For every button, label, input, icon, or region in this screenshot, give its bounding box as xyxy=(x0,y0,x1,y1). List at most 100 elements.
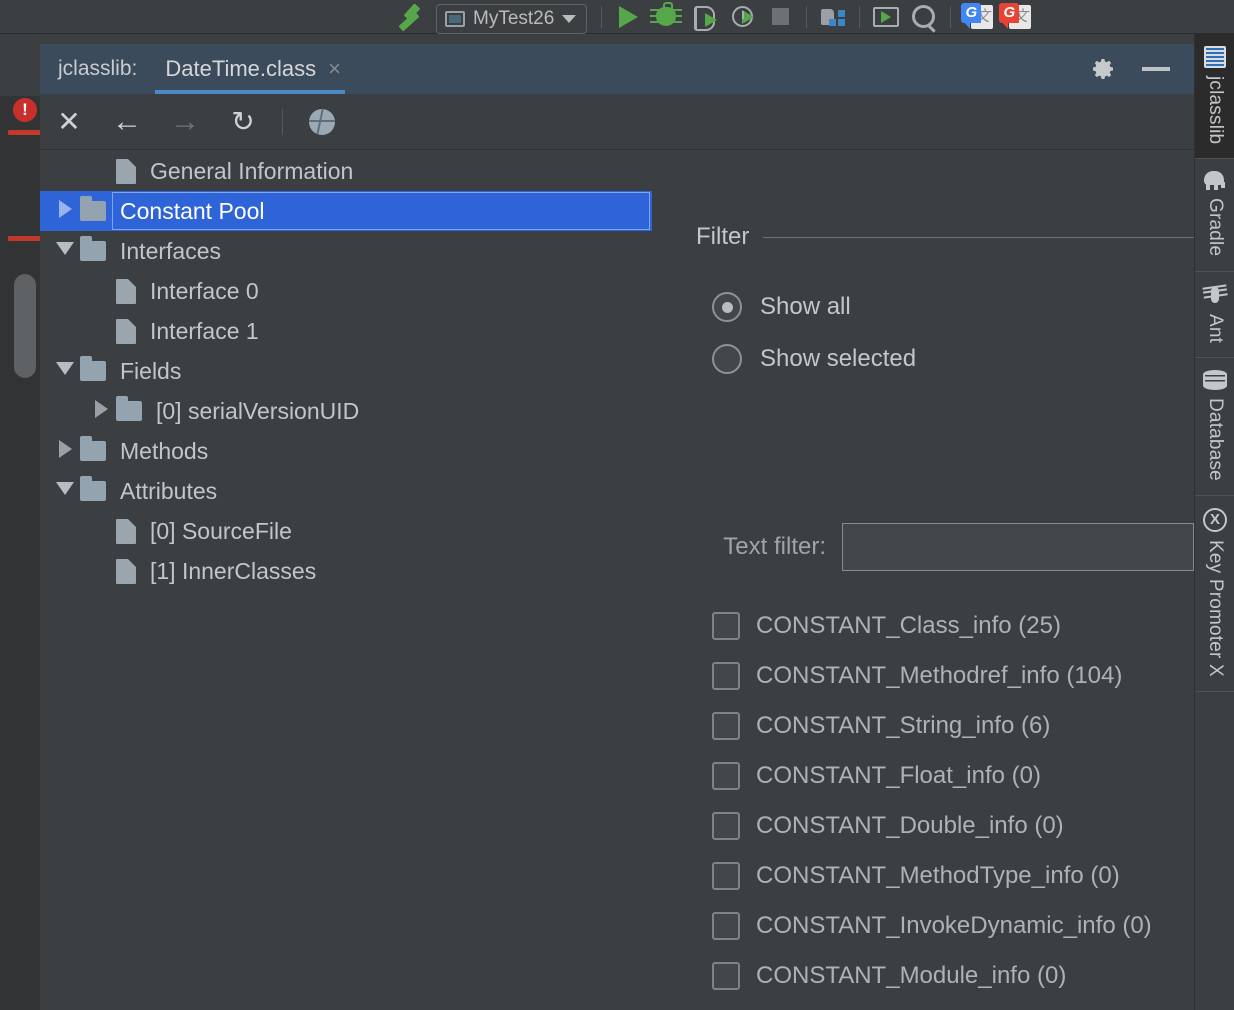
sidebar-item-gradle[interactable]: Gradle xyxy=(1195,159,1234,270)
tree-row[interactable]: [1] InnerClasses xyxy=(40,551,652,591)
debug-button[interactable] xyxy=(647,0,685,34)
google-translate-glyph: G xyxy=(961,2,982,29)
google-translate-blue-button[interactable]: 文 G xyxy=(958,0,996,34)
tree-row-label: Constant Pool xyxy=(120,197,265,224)
error-marker-stripe[interactable] xyxy=(8,236,42,241)
sidebar-item-jclasslib[interactable]: jclasslib xyxy=(1195,34,1234,159)
tool-window-header-actions xyxy=(1092,57,1194,81)
close-icon[interactable]: × xyxy=(328,58,341,80)
tree-row[interactable]: Interfaces xyxy=(40,231,652,271)
search-everywhere-button[interactable] xyxy=(905,0,943,34)
hammer-icon xyxy=(394,4,424,30)
minimize-icon[interactable] xyxy=(1142,67,1170,71)
sidebar-item-label: Key Promoter X xyxy=(1205,539,1226,677)
run-with-coverage-button[interactable] xyxy=(685,0,723,34)
jclasslib-panel: jclasslib: DateTime.class × ✕ ← → ↻ Gene… xyxy=(40,34,1194,1010)
terminal-button[interactable] xyxy=(867,0,905,34)
tree-row[interactable]: Attributes xyxy=(40,471,652,511)
constant-type-checkbox-row[interactable]: CONSTANT_Methodref_info (104) xyxy=(712,651,1194,701)
tree-row[interactable]: Interface 0 xyxy=(40,271,652,311)
tree-row[interactable]: Methods xyxy=(40,431,652,471)
tree-row-label: Interface 0 xyxy=(150,277,259,304)
google-translate-red-button[interactable]: 文 G xyxy=(996,0,1034,34)
radio-label-show-selected: Show selected xyxy=(760,345,917,372)
chevron-right-icon[interactable] xyxy=(50,439,80,463)
sidebar-separator xyxy=(1195,690,1234,692)
tree-row-label: [0] SourceFile xyxy=(150,517,292,544)
run-configuration-selector[interactable]: MyTest26 xyxy=(436,0,588,34)
text-filter-input[interactable] xyxy=(842,523,1194,571)
editor-marker-gutter[interactable] xyxy=(0,34,42,1010)
checkbox-icon[interactable] xyxy=(712,912,740,940)
constant-type-checkbox-row[interactable]: CONSTANT_Module_info (0) xyxy=(712,951,1194,1001)
folder-icon xyxy=(80,196,106,221)
checkbox-icon[interactable] xyxy=(712,762,740,790)
chevron-down-icon[interactable] xyxy=(50,482,80,500)
stop-button[interactable] xyxy=(761,0,799,34)
chevron-right-icon[interactable] xyxy=(50,199,80,223)
checkbox-icon[interactable] xyxy=(712,662,740,690)
constant-type-checkbox-row[interactable]: CONSTANT_InvokeDynamic_info (0) xyxy=(712,901,1194,951)
checkbox-icon[interactable] xyxy=(712,962,740,990)
chevron-down-icon[interactable] xyxy=(562,14,577,23)
constant-type-checkbox-row[interactable]: CONSTANT_Double_info (0) xyxy=(712,801,1194,851)
browse-button[interactable] xyxy=(293,94,351,150)
radio-icon-show-selected[interactable] xyxy=(712,344,742,374)
radio-icon-show-all[interactable] xyxy=(712,292,742,322)
constant-type-checkbox-row[interactable]: CONSTANT_Dynamic_info (0) xyxy=(712,1001,1194,1010)
profiler-button[interactable] xyxy=(723,0,761,34)
google-translate-glyph: G xyxy=(999,2,1020,29)
tree-row[interactable]: Fields xyxy=(40,351,652,391)
file-icon xyxy=(116,518,136,544)
sidebar-item-key-promoter-x[interactable]: X Key Promoter X xyxy=(1195,496,1234,691)
checkbox-label: CONSTANT_Float_info (0) xyxy=(756,762,1041,789)
sidebar-item-label: jclasslib xyxy=(1205,76,1226,145)
sidebar-item-ant[interactable]: Ant xyxy=(1195,272,1234,357)
tree-row[interactable]: Interface 1 xyxy=(40,311,652,351)
bug-icon xyxy=(650,2,683,26)
constant-type-checkbox-row[interactable]: CONSTANT_Class_info (25) xyxy=(712,601,1194,651)
toolbar-separator xyxy=(282,108,283,135)
tab-datetime-class[interactable]: DateTime.class × xyxy=(137,44,355,94)
project-structure-button[interactable] xyxy=(814,0,852,34)
reload-button[interactable]: ↻ xyxy=(214,94,272,150)
radio-show-all[interactable]: Show all xyxy=(712,292,851,322)
error-icon[interactable] xyxy=(13,98,37,122)
chevron-right-icon[interactable] xyxy=(86,399,116,423)
tree-row[interactable]: [0] serialVersionUID xyxy=(40,391,652,431)
checkbox-icon[interactable] xyxy=(712,862,740,890)
filter-group-header: Filter xyxy=(696,223,1194,251)
close-button[interactable]: ✕ xyxy=(40,94,98,150)
constant-type-checkbox-row[interactable]: CONSTANT_MethodType_info (0) xyxy=(712,851,1194,901)
class-structure-tree[interactable]: General Information Constant Pool Interfac… xyxy=(40,151,652,1010)
checkbox-icon[interactable] xyxy=(712,612,740,640)
filter-group-separator xyxy=(763,236,1194,238)
right-tool-window-bar: jclasslib Gradle Ant Database X Key Promoter … xyxy=(1194,34,1234,1010)
globe-icon xyxy=(309,108,335,135)
checkbox-label: CONSTANT_Class_info (25) xyxy=(756,612,1061,639)
error-marker-stripe[interactable] xyxy=(8,130,42,135)
sidebar-item-database[interactable]: Database xyxy=(1195,358,1234,495)
play-icon xyxy=(618,5,638,28)
tree-row-label: [1] InnerClasses xyxy=(150,557,317,584)
tree-row-label: Attributes xyxy=(120,477,218,504)
radio-show-selected[interactable]: Show selected xyxy=(712,344,916,374)
constant-type-checkbox-row[interactable]: CONSTANT_Float_info (0) xyxy=(712,751,1194,801)
vertical-scrollbar-thumb[interactable] xyxy=(14,274,36,378)
build-button[interactable] xyxy=(390,0,428,34)
tree-row[interactable]: [0] SourceFile xyxy=(40,511,652,551)
chevron-down-icon[interactable] xyxy=(50,242,80,260)
chevron-down-icon[interactable] xyxy=(50,362,80,380)
text-filter-label: Text filter: xyxy=(723,533,826,560)
checkbox-icon[interactable] xyxy=(712,812,740,840)
constant-type-checkbox-row[interactable]: CONSTANT_String_info (6) xyxy=(712,701,1194,751)
tree-row-label: Fields xyxy=(120,357,182,384)
gear-icon[interactable] xyxy=(1092,57,1116,81)
tree-row[interactable]: Constant Pool xyxy=(40,191,652,231)
back-button[interactable]: ← xyxy=(98,94,156,150)
google-translate-icon: 文 G xyxy=(999,2,1032,31)
constant-type-checkbox-list[interactable]: CONSTANT_Class_info (25) CONSTANT_Methodr… xyxy=(712,601,1194,1010)
checkbox-icon[interactable] xyxy=(712,712,740,740)
run-button[interactable] xyxy=(609,0,647,34)
tree-row[interactable]: General Information xyxy=(40,151,652,191)
